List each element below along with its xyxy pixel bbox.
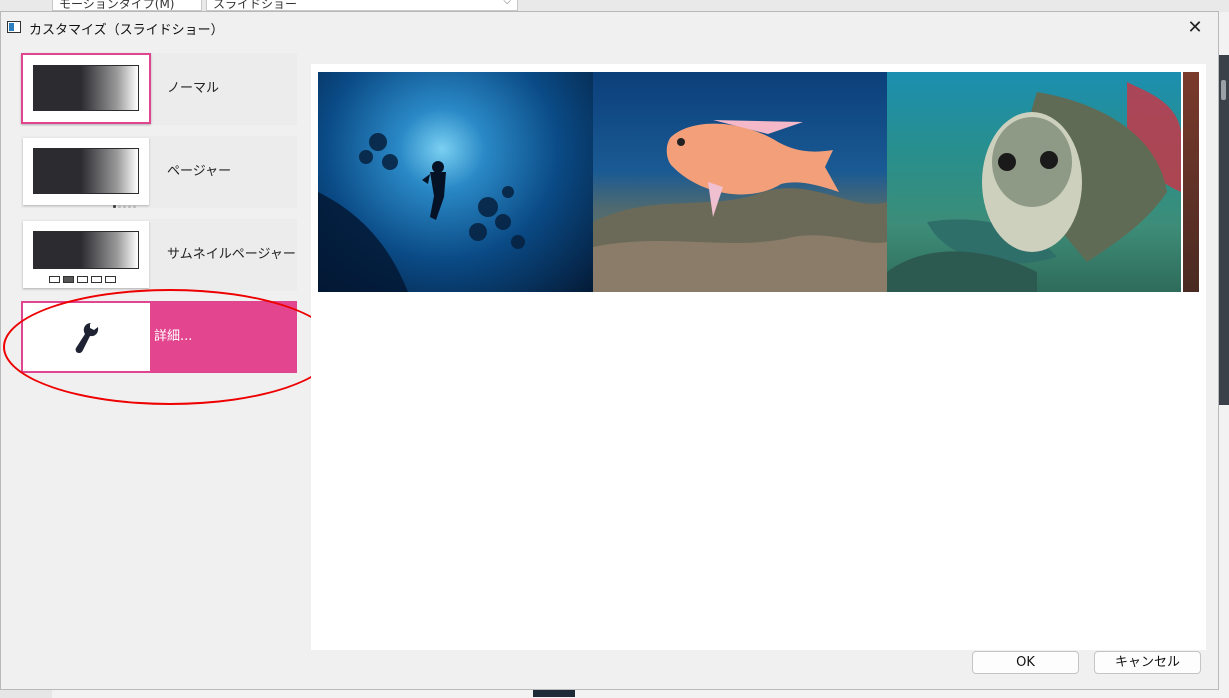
gradient-preview-icon [33, 148, 139, 194]
photo-coral-icon [1183, 72, 1199, 292]
photo-turtle-icon [887, 72, 1181, 292]
style-label-thumbnail-pager: サムネイルページャー [167, 247, 296, 262]
chevron-down-icon: ⌵ [503, 0, 511, 7]
style-thumbnail-normal [21, 53, 151, 124]
thumbnail-pager-icon [49, 272, 125, 283]
cancel-button[interactable]: キャンセル [1094, 651, 1201, 674]
pager-dots-icon [113, 197, 145, 208]
gradient-preview-icon [33, 65, 139, 111]
style-label-pager: ページャー [167, 164, 232, 179]
gradient-preview-icon [33, 231, 139, 269]
photo-fish-icon [593, 72, 887, 292]
close-button[interactable]: ✕ [1182, 15, 1208, 41]
style-thumbnail-thumbnail-pager [23, 221, 149, 288]
window-icon [7, 21, 21, 33]
wrench-icon [75, 323, 99, 353]
photo-diver-icon [318, 72, 593, 292]
style-item-thumbnail-pager[interactable]: サムネイルページャー [21, 219, 297, 291]
preview-panel [311, 64, 1206, 650]
style-label-normal: ノーマル [167, 81, 220, 96]
slideshow-preview-strip [318, 72, 1199, 292]
background-scrollbar [1221, 80, 1226, 100]
background-label-field: モーションタイプ(M) [52, 0, 202, 11]
style-item-normal[interactable]: ノーマル [21, 53, 297, 125]
dialog-titlebar: カスタマイズ（スライドショー） ✕ [1, 12, 1218, 44]
style-list: ノーマル ページャー サムネイルページャー 詳細... [21, 53, 297, 383]
dialog-title: カスタマイズ（スライドショー） [29, 23, 224, 38]
background-label-text: モーションタイプ(M) [59, 0, 175, 11]
style-thumbnail-pager [23, 138, 149, 208]
style-label-details: 詳細... [154, 329, 193, 344]
ok-button[interactable]: OK [972, 651, 1079, 674]
background-select-text: スライドショー [213, 0, 298, 11]
background-select-field: スライドショー ⌵ [206, 0, 518, 11]
style-item-details[interactable]: 詳細... [21, 301, 297, 373]
customize-dialog: カスタマイズ（スライドショー） ✕ ノーマル ページャー サムネイルページャー … [0, 11, 1219, 690]
style-item-pager[interactable]: ページャー [21, 136, 297, 208]
style-thumbnail-details [23, 303, 150, 371]
background-app-panel [1218, 55, 1229, 405]
